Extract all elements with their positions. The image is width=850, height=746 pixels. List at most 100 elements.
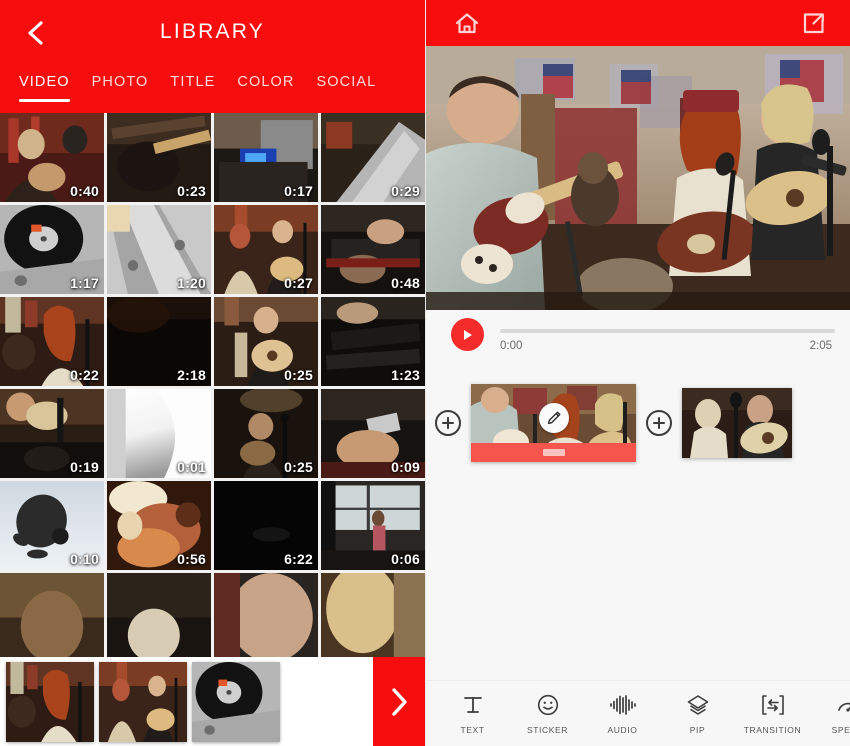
home-button[interactable] — [451, 8, 483, 38]
clip-bar-handle[interactable] — [542, 449, 565, 456]
clip-thumbnail — [682, 388, 792, 458]
media-duration: 0:48 — [391, 275, 420, 291]
timeline-clip-1[interactable] — [471, 384, 636, 462]
tool-speed-label: SPEED — [831, 725, 850, 735]
media-cell[interactable]: 1:23 — [321, 297, 425, 386]
media-cell[interactable] — [214, 573, 318, 657]
current-time: 0:00 — [500, 340, 523, 352]
tab-social[interactable]: SOCIAL — [305, 74, 387, 90]
media-cell[interactable]: 0:56 — [107, 481, 211, 570]
tool-audio[interactable]: AUDIO — [585, 692, 660, 735]
tool-sticker-label: STICKER — [526, 725, 569, 735]
thumbnail-art — [192, 661, 280, 742]
media-cell[interactable]: 0:23 — [107, 113, 211, 202]
selected-clip-thumbnail[interactable] — [6, 661, 94, 742]
tool-text[interactable]: TEXT — [435, 692, 510, 735]
page-title: LIBRARY — [160, 20, 265, 43]
tool-transition[interactable]: TRANSITION — [735, 692, 810, 735]
media-cell[interactable]: 0:09 — [321, 389, 425, 478]
tool-audio-label: AUDIO — [607, 725, 638, 735]
tool-sticker[interactable]: STICKER — [510, 692, 585, 735]
media-cell[interactable] — [107, 573, 211, 657]
editor-header — [425, 0, 850, 46]
text-t-icon — [462, 692, 484, 718]
selected-clip-thumbnail[interactable] — [99, 661, 187, 742]
media-cell[interactable]: 6:22 — [214, 481, 318, 570]
editor-toolbar[interactable]: TEXT STICKER AUDIO PIP TRANSITION SPE — [425, 680, 850, 746]
library-tabs: VIDEO PHOTO TITLE COLOR SOCIAL — [0, 74, 425, 113]
home-icon — [455, 12, 479, 33]
media-grid[interactable]: 0:40 0:23 0:17 0:29 1:17 1:20 0:27 0:48 … — [0, 113, 425, 657]
media-cell[interactable]: 0:19 — [0, 389, 104, 478]
tab-video[interactable]: VIDEO — [8, 74, 81, 102]
media-cell[interactable]: 0:25 — [214, 389, 318, 478]
pencil-edit-icon — [547, 411, 560, 424]
thumbnail-art — [6, 661, 94, 742]
media-cell[interactable] — [0, 573, 104, 657]
media-cell[interactable] — [321, 573, 425, 657]
play-button[interactable] — [451, 318, 484, 351]
tool-transition-label: TRANSITION — [743, 725, 802, 735]
video-editor-app: LIBRARY VIDEO PHOTO TITLE COLOR SOCIAL 0… — [0, 0, 850, 746]
export-share-icon — [803, 12, 824, 33]
tab-color-label: COLOR — [237, 74, 295, 90]
panel-divider — [425, 0, 426, 746]
media-duration: 0:10 — [70, 551, 99, 567]
media-cell[interactable]: 0:17 — [214, 113, 318, 202]
video-preview[interactable] — [425, 46, 850, 310]
media-duration: 1:23 — [391, 367, 420, 383]
media-cell[interactable]: 2:18 — [107, 297, 211, 386]
tab-photo-label: PHOTO — [91, 74, 149, 90]
media-cell[interactable]: 1:20 — [107, 205, 211, 294]
transport-controls: 0:00 2:05 — [425, 310, 850, 370]
tool-pip[interactable]: PIP — [660, 692, 735, 735]
media-cell[interactable]: 0:48 — [321, 205, 425, 294]
media-cell[interactable]: 1:17 — [0, 205, 104, 294]
preview-scene — [425, 46, 850, 310]
tab-color[interactable]: COLOR — [226, 74, 305, 90]
thumbnail-art — [321, 573, 425, 657]
smiley-sticker-icon — [536, 692, 560, 718]
tool-speed[interactable]: SPEED — [810, 692, 850, 735]
add-clip-button[interactable] — [646, 410, 672, 436]
progress-bar[interactable] — [500, 329, 835, 333]
timeline-clip-2[interactable] — [682, 388, 792, 458]
media-thumbnail — [214, 573, 318, 657]
media-cell[interactable]: 0:40 — [0, 113, 104, 202]
media-cell[interactable]: 0:25 — [214, 297, 318, 386]
media-cell[interactable]: 0:06 — [321, 481, 425, 570]
media-thumbnail — [321, 573, 425, 657]
media-cell[interactable]: 0:01 — [107, 389, 211, 478]
media-duration: 0:01 — [177, 459, 206, 475]
editor-panel: 0:00 2:05 TEXT STICKER AUDIO PIP TRANSIT… — [425, 0, 850, 746]
media-duration: 0:23 — [177, 183, 206, 199]
tab-photo[interactable]: PHOTO — [81, 74, 160, 90]
tab-title[interactable]: TITLE — [159, 74, 226, 90]
media-duration: 0:19 — [70, 459, 99, 475]
media-cell[interactable]: 0:22 — [0, 297, 104, 386]
plus-icon — [653, 417, 665, 429]
next-button[interactable] — [373, 657, 425, 746]
clip-selected-bar[interactable] — [471, 443, 636, 462]
edit-clip-button[interactable] — [538, 402, 569, 433]
media-cell[interactable]: 0:29 — [321, 113, 425, 202]
export-button[interactable] — [798, 8, 830, 38]
media-duration: 0:27 — [284, 275, 313, 291]
transition-arrows-icon — [760, 692, 786, 718]
media-thumbnail — [107, 573, 211, 657]
media-duration: 0:40 — [70, 183, 99, 199]
media-duration: 1:17 — [70, 275, 99, 291]
selected-clip-thumbnail[interactable] — [192, 661, 280, 742]
media-duration: 6:22 — [284, 551, 313, 567]
media-cell[interactable]: 0:10 — [0, 481, 104, 570]
audio-waveform-icon — [609, 692, 637, 718]
add-clip-button[interactable] — [435, 410, 461, 436]
media-cell[interactable]: 0:27 — [214, 205, 318, 294]
thumbnail-art — [0, 573, 104, 657]
tab-social-label: SOCIAL — [316, 74, 377, 90]
tool-text-label: TEXT — [460, 725, 485, 735]
library-panel: LIBRARY VIDEO PHOTO TITLE COLOR SOCIAL 0… — [0, 0, 425, 746]
media-duration: 2:18 — [177, 367, 206, 383]
selected-clips-strip[interactable] — [0, 657, 425, 746]
clip-timeline[interactable] — [425, 368, 850, 478]
